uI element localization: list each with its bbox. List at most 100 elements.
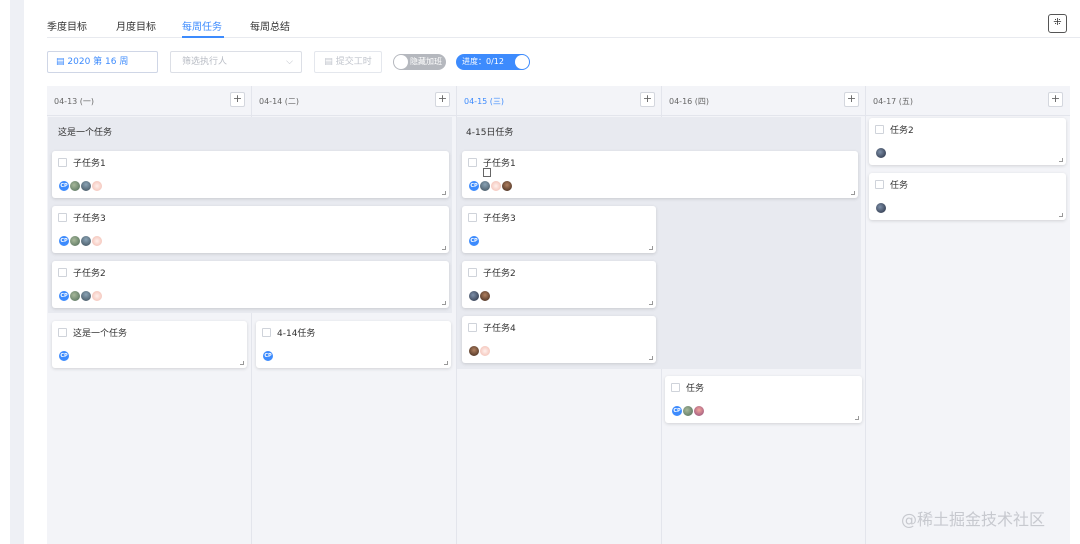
task-checkbox[interactable] [262, 328, 271, 337]
progress-toggle[interactable]: 进度：0/12 [456, 54, 530, 70]
executor-filter-placeholder: 筛选执行人 [182, 57, 228, 67]
column-header-wed: 04-15 (三) + [457, 86, 661, 116]
avatar: CP [58, 350, 70, 362]
resize-handle[interactable] [442, 191, 446, 195]
avatar [875, 147, 887, 159]
task-checkbox[interactable] [468, 158, 477, 167]
column-header-thu: 04-16 (四) + [662, 86, 865, 116]
subtask-card[interactable]: 子任务2 [462, 261, 656, 308]
resize-handle[interactable] [649, 301, 653, 305]
avatar [91, 235, 103, 247]
active-tab-indicator [182, 36, 224, 38]
tab-weekly-tasks[interactable]: 每周任务 [182, 18, 222, 33]
avatar: CP [262, 350, 274, 362]
avatar [479, 345, 491, 357]
task-checkbox[interactable] [468, 213, 477, 222]
task-title: 子任务4 [483, 324, 516, 334]
task-checkbox[interactable] [58, 328, 67, 337]
column-date: 04-13 (一) [54, 97, 95, 106]
task-card[interactable]: 任务 CP [665, 376, 862, 423]
column-header-mon: 04-13 (一) + [47, 86, 251, 116]
resize-handle[interactable] [1059, 158, 1063, 162]
tab-quarter-goals[interactable]: 季度目标 [47, 18, 87, 33]
clipboard-icon: ▤ [324, 57, 333, 67]
week-picker[interactable]: ▤ 2020 第 16 周 [47, 51, 158, 73]
task-title: 任务2 [890, 126, 914, 136]
tab-month-goals[interactable]: 月度目标 [116, 18, 156, 33]
column-date: 04-15 (三) [464, 97, 505, 106]
resize-handle[interactable] [855, 416, 859, 420]
column-date: 04-16 (四) [669, 97, 710, 106]
avatar [501, 180, 513, 192]
avatar [875, 202, 887, 214]
column-header-tue: 04-14 (二) + [252, 86, 456, 116]
subtask-card[interactable]: 子任务2 CP [52, 261, 449, 308]
task-card[interactable]: 这是一个任务 CP [52, 321, 247, 368]
task-title: 子任务2 [73, 269, 106, 279]
toggle-knob [394, 55, 408, 69]
task-title: 任务 [890, 181, 909, 191]
progress-label: 进度：0/12 [462, 57, 504, 66]
toggle-knob [515, 55, 529, 69]
task-card[interactable]: 任务2 [869, 118, 1066, 165]
watermark: @稀土掘金技术社区 [901, 510, 1046, 529]
resize-handle[interactable] [1059, 213, 1063, 217]
calendar-icon: ▤ [56, 57, 65, 67]
note-icon [483, 168, 491, 177]
avatar [693, 405, 705, 417]
resize-handle[interactable] [649, 356, 653, 360]
collapse-icon[interactable]: ⁜ [1048, 14, 1067, 33]
task-card[interactable]: 任务 [869, 173, 1066, 220]
executor-filter-select[interactable]: 筛选执行人 ⌵ [170, 51, 302, 73]
subtask-card[interactable]: 子任务4 [462, 316, 656, 363]
column-date: 04-17 (五) [873, 97, 914, 106]
task-title: 任务 [686, 384, 705, 394]
task-title: 4-14任务 [277, 329, 316, 339]
hide-overtime-toggle[interactable]: 隐藏加班 [393, 54, 446, 70]
resize-handle[interactable] [649, 246, 653, 250]
avatar [91, 290, 103, 302]
task-title: 子任务3 [73, 214, 106, 224]
group-title: 这是一个任务 [58, 128, 113, 138]
group-title: 4-15日任务 [466, 128, 514, 138]
column-divider [865, 86, 866, 544]
column-header-fri: 04-17 (五) + [866, 86, 1070, 116]
hide-overtime-label: 隐藏加班 [410, 57, 442, 66]
task-checkbox[interactable] [58, 268, 67, 277]
add-task-button[interactable]: + [230, 92, 245, 107]
task-checkbox[interactable] [875, 180, 884, 189]
resize-handle[interactable] [442, 246, 446, 250]
resize-handle[interactable] [444, 361, 448, 365]
add-task-button[interactable]: + [844, 92, 859, 107]
task-checkbox[interactable] [58, 158, 67, 167]
add-task-button[interactable]: + [640, 92, 655, 107]
add-task-button[interactable]: + [1048, 92, 1063, 107]
tab-weekly-summary[interactable]: 每周总结 [250, 18, 290, 33]
subtask-card[interactable]: 子任务1 CP [462, 151, 858, 198]
task-title: 子任务2 [483, 269, 516, 279]
task-checkbox[interactable] [468, 323, 477, 332]
task-card[interactable]: 4-14任务 CP [256, 321, 451, 368]
task-checkbox[interactable] [58, 213, 67, 222]
avatar [91, 180, 103, 192]
task-checkbox[interactable] [875, 125, 884, 134]
subtask-card[interactable]: 子任务3 CP [462, 206, 656, 253]
submit-hours-button[interactable]: ▤ 提交工时 [314, 51, 382, 73]
task-title: 子任务1 [73, 159, 106, 169]
subtask-card[interactable]: 子任务1 CP [52, 151, 449, 198]
resize-handle[interactable] [851, 191, 855, 195]
resize-handle[interactable] [240, 361, 244, 365]
resize-handle[interactable] [442, 301, 446, 305]
task-checkbox[interactable] [468, 268, 477, 277]
column-date: 04-14 (二) [259, 97, 300, 106]
task-checkbox[interactable] [671, 383, 680, 392]
task-title: 子任务3 [483, 214, 516, 224]
submit-hours-label: 提交工时 [335, 57, 372, 67]
subtask-card[interactable]: 子任务3 CP [52, 206, 449, 253]
left-sidebar-strip [10, 0, 24, 544]
chevron-down-icon: ⌵ [286, 57, 293, 67]
add-task-button[interactable]: + [435, 92, 450, 107]
avatar: CP [468, 235, 480, 247]
avatar [479, 290, 491, 302]
tab-bar: 季度目标 月度目标 每周任务 每周总结 [47, 0, 1080, 38]
